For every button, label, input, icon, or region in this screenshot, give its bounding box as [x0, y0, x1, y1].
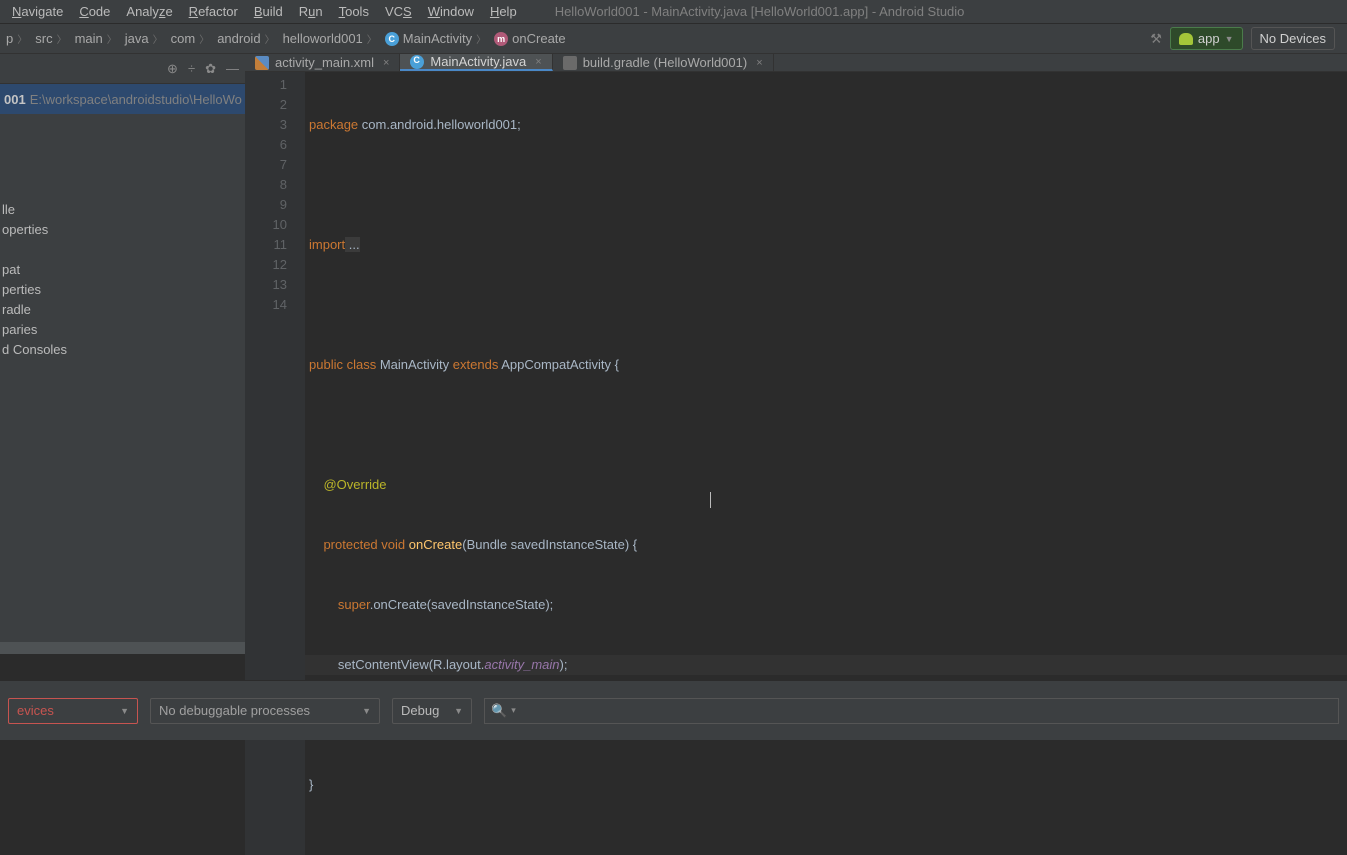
- close-icon[interactable]: ×: [756, 57, 762, 69]
- gear-icon[interactable]: ✿: [205, 61, 216, 77]
- tree-item[interactable]: pat: [0, 259, 245, 279]
- menu-code[interactable]: Code: [71, 2, 118, 21]
- project-panel: ⊕ ÷ ✿ — 001E:\workspace\androidstudio\He…: [0, 54, 245, 654]
- tab-activity-main[interactable]: activity_main.xml×: [245, 54, 400, 71]
- logcat-search[interactable]: 🔍▾: [484, 698, 1339, 724]
- tree-item[interactable]: lle: [0, 199, 245, 219]
- menu-vcs[interactable]: VCS: [377, 2, 420, 21]
- text-cursor: [710, 492, 711, 508]
- close-icon[interactable]: ×: [535, 56, 541, 68]
- method-icon: m: [494, 32, 508, 46]
- device-selector[interactable]: No Devices: [1251, 27, 1335, 50]
- menu-navigate[interactable]: NNavigateavigate: [4, 2, 71, 21]
- crumb-helloworld[interactable]: helloworld001〉: [281, 31, 383, 46]
- chevron-right-icon: 〉: [107, 31, 117, 46]
- editor-tabs: activity_main.xml× MainActivity.java× bu…: [245, 54, 1347, 72]
- gradle-file-icon: [563, 56, 577, 70]
- tree-item[interactable]: perties: [0, 279, 245, 299]
- crumb-com[interactable]: com〉: [169, 31, 216, 46]
- crumb-p[interactable]: p〉: [4, 31, 33, 46]
- sort-icon[interactable]: ÷: [188, 61, 195, 76]
- menu-run[interactable]: Run: [291, 2, 331, 21]
- chevron-right-icon: 〉: [199, 31, 209, 46]
- window-title: HelloWorld001 - MainActivity.java [Hello…: [555, 4, 965, 19]
- chevron-right-icon: 〉: [265, 31, 275, 46]
- target-icon[interactable]: ⊕: [167, 61, 178, 77]
- class-icon: C: [385, 32, 399, 46]
- crumb-src[interactable]: src〉: [33, 31, 72, 46]
- menu-window[interactable]: Window: [420, 2, 482, 21]
- menu-tools[interactable]: Tools: [331, 2, 377, 21]
- chevron-right-icon: 〉: [153, 31, 163, 46]
- menu-analyze[interactable]: Analyze: [118, 2, 180, 21]
- close-icon[interactable]: ×: [383, 57, 389, 69]
- menu-refactor[interactable]: Refactor: [181, 2, 246, 21]
- menubar: NNavigateavigate Code Analyze Refactor B…: [0, 0, 1347, 24]
- run-config-selector[interactable]: app▼: [1170, 27, 1243, 50]
- tree-item[interactable]: [0, 239, 245, 259]
- search-icon: 🔍: [491, 703, 507, 719]
- horizontal-scrollbar[interactable]: [0, 642, 245, 654]
- dropdown-icon: ▾: [511, 705, 516, 716]
- tree-item[interactable]: operties: [0, 219, 245, 239]
- editor: activity_main.xml× MainActivity.java× bu…: [245, 54, 1347, 654]
- tab-mainactivity[interactable]: MainActivity.java×: [400, 54, 552, 71]
- java-class-icon: [410, 55, 424, 69]
- chevron-right-icon: 〉: [367, 31, 377, 46]
- chevron-right-icon: 〉: [57, 31, 67, 46]
- chevron-right-icon: 〉: [476, 31, 486, 46]
- crumb-method[interactable]: monCreate: [492, 31, 567, 46]
- tab-build-gradle[interactable]: build.gradle (HelloWorld001)×: [553, 54, 774, 71]
- debug-bar: evices▼ No debuggable processes▼ Debug▼ …: [0, 680, 1347, 740]
- crumb-java[interactable]: java〉: [123, 31, 169, 46]
- project-root[interactable]: 001E:\workspace\androidstudio\HelloWo: [0, 84, 245, 114]
- project-toolbar: ⊕ ÷ ✿ —: [0, 54, 245, 84]
- xml-file-icon: [255, 56, 269, 70]
- debug-mode-dropdown[interactable]: Debug▼: [392, 698, 472, 724]
- tree-item[interactable]: d Consoles: [0, 339, 245, 359]
- project-tree[interactable]: lle operties pat perties radle paries d …: [0, 199, 245, 642]
- crumb-android[interactable]: android〉: [215, 31, 280, 46]
- crumb-class[interactable]: CMainActivity〉: [383, 31, 492, 46]
- dropdown-icon: ▼: [362, 706, 371, 716]
- menu-build[interactable]: Build: [246, 2, 291, 21]
- devices-dropdown[interactable]: evices▼: [8, 698, 138, 724]
- menu-help[interactable]: Help: [482, 2, 525, 21]
- android-icon: [1179, 33, 1193, 45]
- dropdown-icon: ▼: [1225, 34, 1234, 44]
- chevron-right-icon: 〉: [17, 31, 27, 46]
- build-icon[interactable]: ⚒: [1150, 31, 1162, 47]
- dropdown-icon: ▼: [120, 706, 129, 716]
- minimize-icon[interactable]: —: [226, 61, 239, 76]
- tree-item[interactable]: paries: [0, 319, 245, 339]
- tree-item[interactable]: radle: [0, 299, 245, 319]
- process-dropdown[interactable]: No debuggable processes▼: [150, 698, 380, 724]
- crumb-main[interactable]: main〉: [73, 31, 123, 46]
- navbar: p〉 src〉 main〉 java〉 com〉 android〉 hellow…: [0, 24, 1347, 54]
- dropdown-icon: ▼: [454, 706, 463, 716]
